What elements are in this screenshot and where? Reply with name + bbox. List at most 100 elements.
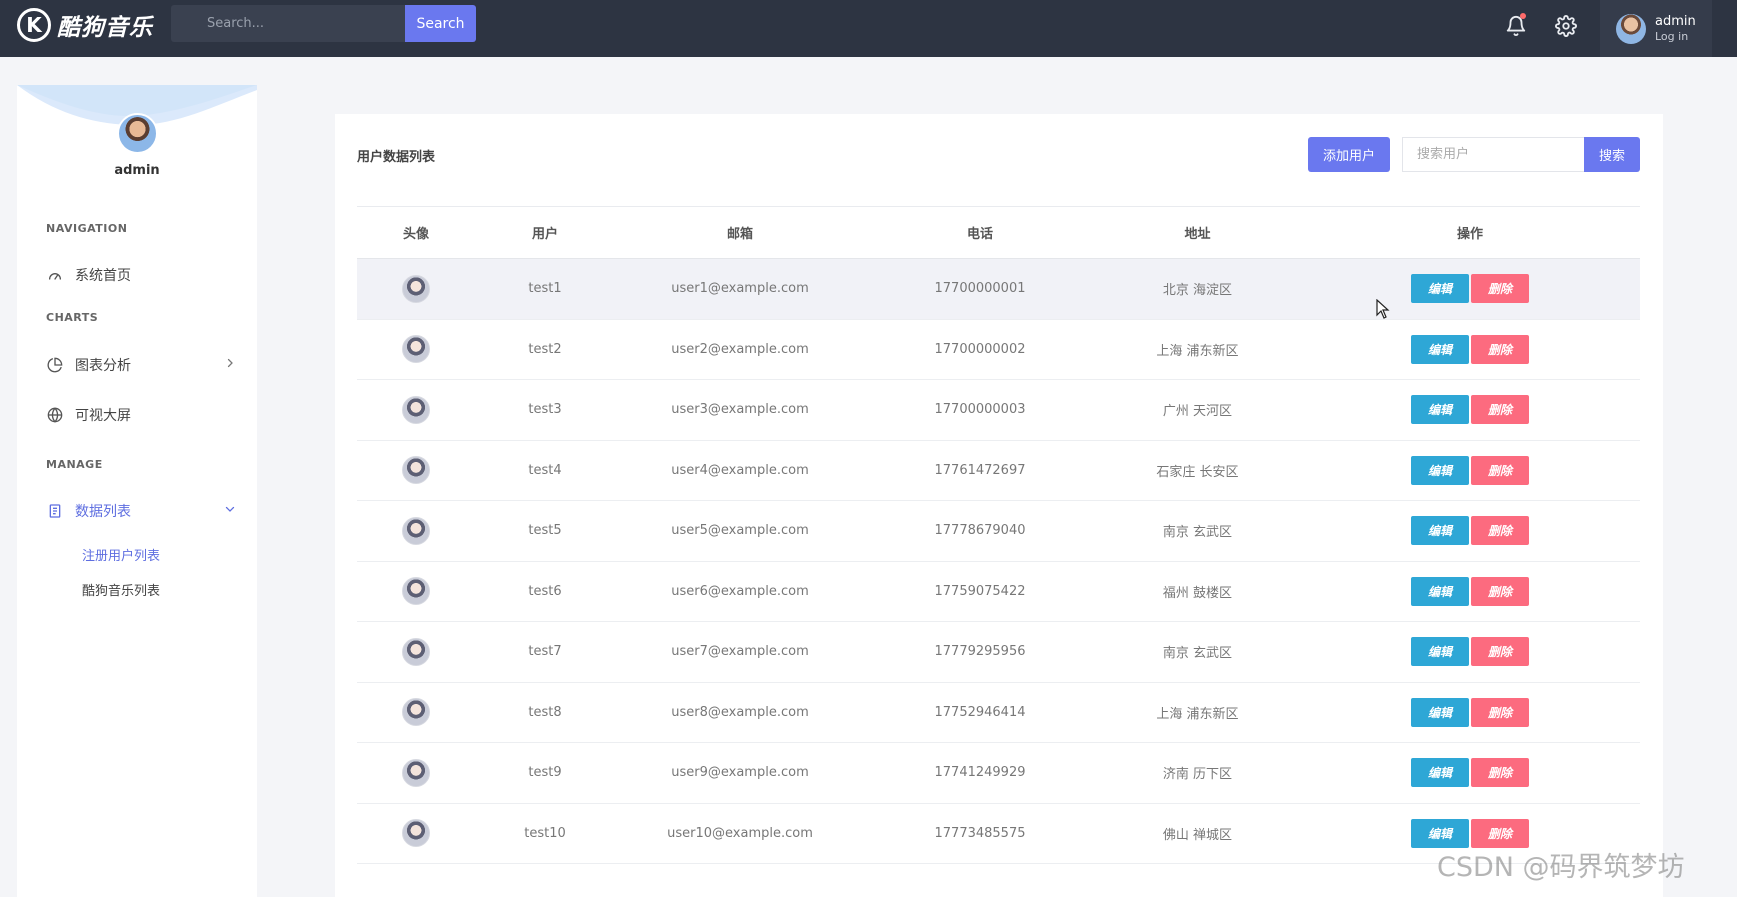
delete-button[interactable]: 删除 [1471,818,1529,848]
speedometer-icon [46,266,64,284]
top-navbar: K 酷狗音乐 Search admin Log in [0,0,1737,57]
top-search-input[interactable] [171,5,405,42]
edit-button[interactable]: 编辑 [1411,455,1469,485]
add-user-button[interactable]: 添加用户 [1308,137,1390,172]
email-cell: user1@example.com [615,258,865,320]
table-header-row: 头像 用户 邮箱 电话 地址 操作 [357,206,1640,259]
table-row[interactable]: test6 user6@example.com 17759075422 福州 鼓楼区编… [357,561,1640,622]
user-list-card: 用户数据列表 添加用户 搜索 头像 用户 邮箱 电话 地址 操作 test1us… [335,114,1663,897]
sidebar-item-data-list[interactable]: 数据列表 [46,499,236,523]
notifications-button[interactable] [1503,13,1529,39]
edit-button[interactable]: 编辑 [1411,395,1469,425]
user-menu[interactable]: admin Log in [1600,0,1712,57]
user-cell: test5 [475,500,615,562]
table-row[interactable]: test1 user1@example.com 17700000001 北京 海淀区编… [357,258,1640,320]
edit-button[interactable]: 编辑 [1411,576,1469,606]
table-row[interactable]: test7 user7@example.com 17779295956 南京 玄武区编… [357,621,1640,683]
sidebar-item-label: 数据列表 [75,504,131,520]
table-row[interactable]: test5 user5@example.com 17778679040 南京 玄武区编… [357,500,1640,562]
actions-cell: 编辑 删除 [1300,319,1640,380]
phone-cell: 17773485575 [865,803,1095,864]
edit-button[interactable]: 编辑 [1411,516,1469,546]
delete-button[interactable]: 删除 [1471,697,1529,727]
address-cell: 济南 历下区 [1095,742,1300,804]
sidebar-item-screen[interactable]: 可视大屏 [46,403,236,427]
sidebar-item-analysis[interactable]: 图表分析 [46,353,236,377]
delete-button[interactable]: 删除 [1471,758,1529,788]
top-search-button[interactable]: Search [405,5,476,42]
user-cell: test4 [475,440,615,501]
edit-button[interactable]: 编辑 [1411,818,1469,848]
brand[interactable]: K 酷狗音乐 [17,7,153,43]
watermark: CSDN @码界筑梦坊 [1437,852,1685,883]
actions-cell: 编辑 删除 [1300,500,1640,562]
document-icon [46,502,64,520]
email-cell: user8@example.com [615,682,865,743]
email-cell: user5@example.com [615,500,865,562]
section-manage: MANAGE [46,458,103,471]
table-row[interactable]: test4 user4@example.com 17761472697 石家庄 长安区… [357,440,1640,501]
table-row[interactable]: test3 user3@example.com 17700000003 广州 天河区编… [357,379,1640,441]
delete-button[interactable]: 删除 [1471,576,1529,606]
avatar-cell [357,621,475,683]
avatar-cell [357,742,475,804]
delete-button[interactable]: 删除 [1471,395,1529,425]
edit-button[interactable]: 编辑 [1411,758,1469,788]
globe-icon [46,406,64,424]
edit-button[interactable]: 编辑 [1411,274,1469,304]
user-search-button[interactable]: 搜索 [1584,137,1640,172]
address-cell: 广州 天河区 [1095,379,1300,441]
table-row[interactable]: test9 user9@example.com 17741249929 济南 历下区编… [357,742,1640,804]
phone-cell: 17761472697 [865,440,1095,501]
delete-button[interactable]: 删除 [1471,516,1529,546]
user-avatar [402,758,430,787]
phone-cell: 17700000003 [865,379,1095,441]
edit-button[interactable]: 编辑 [1411,334,1469,364]
sidebar-item-home[interactable]: 系统首页 [46,263,236,287]
table-row[interactable]: test8 user8@example.com 17752946414 上海 浦东新区… [357,682,1640,743]
user-name: admin [1655,13,1696,29]
user-avatar [402,456,430,485]
sidebar-subitem-registered-users[interactable]: 注册用户列表 [82,545,160,564]
user-table: 头像 用户 邮箱 电话 地址 操作 test1 user1@example.com… [357,206,1640,864]
user-avatar [402,516,430,545]
address-cell: 石家庄 长安区 [1095,440,1300,501]
user-avatar [402,819,430,848]
edit-button[interactable]: 编辑 [1411,697,1469,727]
section-navigation: NAVIGATION [46,222,128,235]
address-cell: 福州 鼓楼区 [1095,561,1300,622]
table-row[interactable]: test2 user2@example.com 17700000002 上海 浦东新区… [357,319,1640,380]
delete-button[interactable]: 删除 [1471,334,1529,364]
address-cell: 佛山 禅城区 [1095,803,1300,864]
login-link[interactable]: Log in [1655,29,1696,44]
page-title: 用户数据列表 [357,150,436,165]
sidebar-avatar [117,113,158,154]
user-search-input[interactable] [1402,137,1584,172]
brand-name: 酷狗音乐 [57,15,153,41]
email-cell: user3@example.com [615,379,865,441]
column-header-user: 用户 [475,206,615,259]
user-cell: test10 [475,803,615,864]
user-avatar [402,395,430,424]
settings-button[interactable] [1553,13,1579,39]
avatar-cell [357,440,475,501]
delete-button[interactable]: 删除 [1471,274,1529,304]
chevron-right-icon [224,357,236,373]
avatar-cell [357,319,475,380]
user-avatar [402,274,430,303]
pie-chart-icon [46,356,64,374]
phone-cell: 17700000002 [865,319,1095,380]
delete-button[interactable]: 删除 [1471,637,1529,667]
sidebar: admin NAVIGATION 系统首页 CHARTS 图表分析 可视大屏 M… [17,85,257,897]
avatar-cell [357,258,475,320]
user-cell: test7 [475,621,615,683]
address-cell: 北京 海淀区 [1095,258,1300,320]
column-header-address: 地址 [1095,206,1300,259]
avatar-cell [357,500,475,562]
column-header-email: 邮箱 [615,206,865,259]
delete-button[interactable]: 删除 [1471,455,1529,485]
sidebar-subitem-music-list[interactable]: 酷狗音乐列表 [82,580,160,599]
edit-button[interactable]: 编辑 [1411,637,1469,667]
avatar [1616,13,1646,44]
user-cell: test8 [475,682,615,743]
